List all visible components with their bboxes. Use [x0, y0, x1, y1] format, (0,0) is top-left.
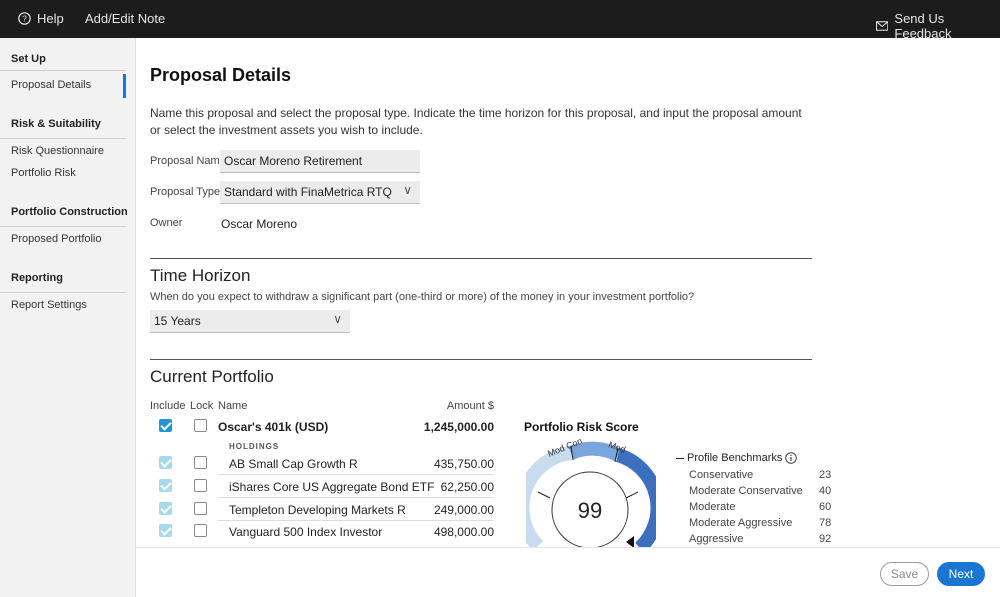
benchmark-value: 78	[819, 517, 832, 529]
include-checkbox[interactable]	[159, 502, 172, 515]
benchmarks-title: Profile Benchmarks	[687, 452, 783, 464]
chevron-down-icon: ∨	[333, 312, 342, 326]
divider	[0, 292, 126, 293]
benchmark-value: 60	[819, 501, 832, 513]
holding-name: AB Small Cap Growth R	[229, 457, 358, 471]
column-lock: Lock	[190, 400, 214, 412]
lock-checkbox[interactable]	[194, 524, 207, 537]
column-include: Include	[150, 400, 186, 412]
time-horizon-value: 15 Years	[154, 314, 201, 328]
proposal-name-input[interactable]: Oscar Moreno Retirement	[220, 150, 420, 173]
row-divider	[218, 520, 494, 521]
sidebar: Set Up Proposal Details Risk & Suitabili…	[0, 38, 136, 597]
include-checkbox[interactable]	[159, 419, 172, 432]
sidebar-item-proposed-portfolio[interactable]: Proposed Portfolio	[11, 233, 102, 245]
holding-amount: 498,000.00	[433, 525, 494, 539]
risk-score-value: 99	[578, 498, 602, 523]
section-divider	[150, 359, 812, 360]
holding-name: Templeton Developing Markets R	[229, 503, 406, 517]
lock-checkbox[interactable]	[194, 456, 207, 469]
proposal-type-value: Standard with FinaMetrica RTQ	[224, 185, 392, 199]
feedback-link[interactable]: Send Us Feedback	[876, 11, 1000, 41]
sidebar-heading-risk: Risk & Suitability	[11, 118, 101, 130]
info-icon[interactable]	[785, 452, 798, 464]
help-icon: ?	[18, 12, 31, 25]
next-button[interactable]: Next	[937, 562, 985, 586]
time-horizon-select[interactable]: 15 Years ∨	[150, 310, 350, 333]
include-checkbox[interactable]	[159, 524, 172, 537]
proposal-name-label: Proposal Name	[150, 155, 226, 167]
benchmark-label: Moderate	[689, 501, 736, 513]
holding-amount: 435,750.00	[433, 457, 494, 471]
save-button[interactable]: Save	[880, 562, 929, 586]
proposal-type-label: Proposal Type	[150, 186, 221, 198]
owner-label: Owner	[150, 217, 183, 229]
current-portfolio-title: Current Portfolio	[150, 367, 274, 386]
sidebar-item-portfolio-risk[interactable]: Portfolio Risk	[11, 167, 76, 179]
row-divider	[218, 474, 494, 475]
benchmark-value: 23	[819, 469, 832, 481]
holding-amount: 62,250.00	[440, 480, 494, 494]
sidebar-heading-reporting: Reporting	[11, 272, 63, 284]
benchmark-label: Moderate Conservative	[689, 485, 803, 497]
account-name: Oscar's 401k (USD)	[218, 420, 329, 434]
benchmark-label: Conservative	[689, 469, 754, 481]
lock-checkbox[interactable]	[194, 502, 207, 515]
page-title: Proposal Details	[150, 65, 292, 85]
proposal-type-select[interactable]: Standard with FinaMetrica RTQ ∨	[220, 181, 420, 204]
risk-gauge: 99 Mod Con Mod	[526, 438, 656, 547]
time-horizon-title: Time Horizon	[150, 266, 251, 285]
chevron-down-icon: ∨	[403, 183, 412, 197]
page-description: Name this proposal and select the propos…	[150, 106, 802, 137]
sidebar-item-proposal-details[interactable]: Proposal Details	[11, 79, 91, 91]
mail-icon	[876, 21, 889, 31]
time-horizon-question: When do you expect to withdraw a signifi…	[150, 291, 695, 303]
help-link[interactable]: ? Help	[18, 11, 64, 26]
benchmark-value: 40	[819, 485, 832, 497]
benchmark-value: 92	[819, 533, 832, 545]
holding-amount: 249,000.00	[433, 503, 494, 517]
footer-bar: Save Next	[136, 547, 1000, 597]
include-checkbox[interactable]	[159, 479, 172, 492]
sidebar-item-report-settings[interactable]: Report Settings	[11, 299, 87, 311]
benchmark-label: Moderate Aggressive	[689, 517, 793, 529]
sidebar-heading-construction: Portfolio Construction	[11, 206, 128, 218]
divider	[0, 138, 126, 139]
row-divider	[218, 497, 494, 498]
risk-score-title: Portfolio Risk Score	[524, 420, 639, 434]
holding-name: Vanguard 500 Index Investor	[229, 525, 383, 539]
holdings-label: HOLDINGS	[229, 442, 280, 451]
benchmark-label: Aggressive	[689, 533, 744, 545]
account-amount: 1,245,000.00	[423, 420, 494, 434]
sidebar-item-risk-questionnaire[interactable]: Risk Questionnaire	[11, 145, 104, 157]
column-amount: Amount $	[446, 400, 494, 412]
divider	[0, 70, 126, 71]
add-note-label: Add/Edit Note	[85, 11, 166, 26]
benchmarks-header: Profile Benchmarks	[676, 452, 798, 464]
main-content: Proposal Details Name this proposal and …	[136, 38, 1000, 547]
lock-checkbox[interactable]	[194, 479, 207, 492]
svg-text:?: ?	[22, 14, 27, 24]
include-checkbox[interactable]	[159, 456, 172, 469]
help-label: Help	[37, 11, 64, 26]
feedback-label: Send Us Feedback	[894, 11, 952, 41]
owner-value: Oscar Moreno	[221, 217, 298, 231]
column-name: Name	[218, 400, 248, 412]
section-divider	[150, 258, 812, 259]
add-note-link[interactable]: Add/Edit Note	[85, 11, 165, 26]
active-indicator	[123, 74, 126, 98]
sidebar-heading-setup: Set Up	[11, 53, 46, 65]
divider	[0, 226, 126, 227]
legend-line	[676, 457, 684, 459]
top-bar: ? Help Add/Edit Note Send Us Feedback	[0, 0, 1000, 41]
lock-checkbox[interactable]	[194, 419, 207, 432]
